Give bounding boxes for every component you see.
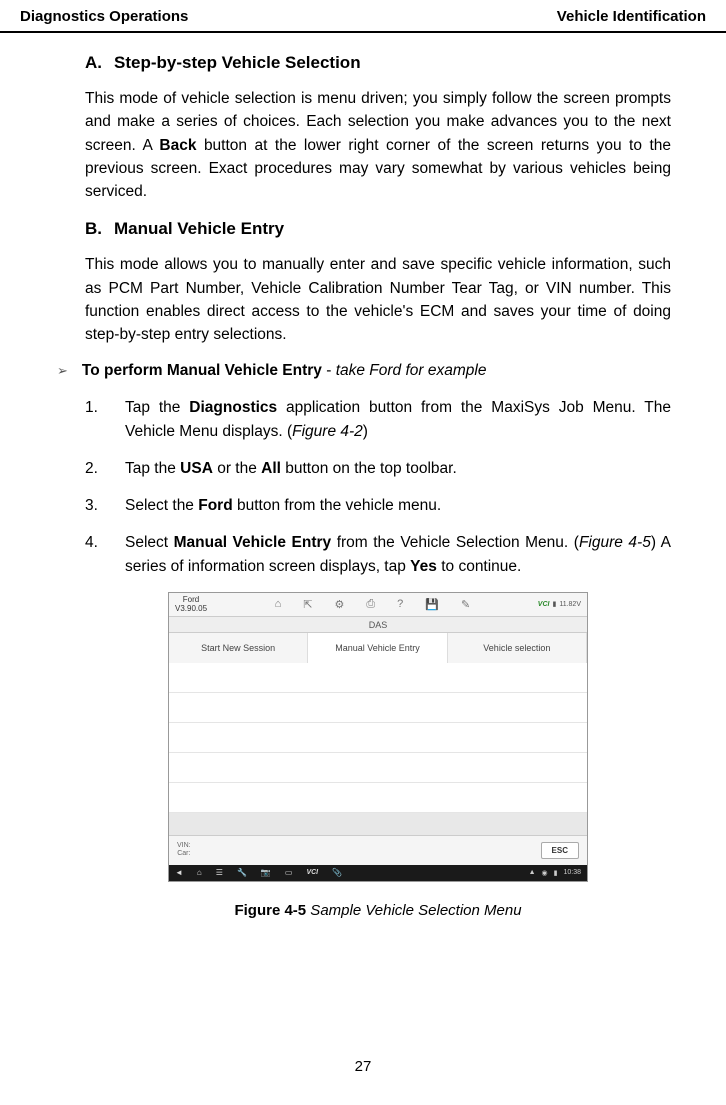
settings-icon[interactable]: ⚙ — [334, 598, 344, 611]
step-num: 1. — [85, 396, 98, 419]
voltage: 11.82V — [559, 601, 581, 608]
back-icon[interactable]: ◄ — [175, 868, 183, 877]
page-number: 27 — [0, 1058, 726, 1075]
ford-ref: Ford — [198, 497, 232, 514]
tab-manual-vehicle-entry[interactable]: Manual Vehicle Entry — [308, 633, 447, 663]
tool-icon[interactable]: 🔧 — [237, 868, 247, 877]
recent-icon[interactable]: ☰ — [216, 868, 223, 877]
mve-ref: Manual Vehicle Entry — [174, 534, 332, 551]
step-text4: to continue. — [437, 558, 521, 575]
battery-icon: ▮ — [552, 600, 556, 608]
save-icon[interactable]: 💾 — [425, 598, 439, 611]
clip-icon[interactable]: 📎 — [332, 868, 342, 877]
wifi-icon: ◉ — [542, 869, 548, 877]
header-right: Vehicle Identification — [557, 8, 706, 25]
signal-icon: ▲ — [529, 869, 536, 876]
step-text: Select the — [125, 497, 198, 514]
figure-ref2: Figure 4-5 — [579, 534, 651, 551]
batt-icon: ▮ — [554, 869, 558, 877]
step-text: Tap the — [125, 460, 180, 477]
collapse-icon[interactable]: ⇱ — [303, 598, 312, 611]
ss-footer: VIN: Car: ESC — [169, 835, 587, 865]
list-row — [169, 783, 587, 813]
arrow-bullet-icon: ➢ — [57, 363, 68, 379]
camera-icon[interactable]: 📷 — [261, 868, 271, 877]
section-b-heading: B. Manual Vehicle Entry — [85, 219, 671, 239]
ss-list — [169, 663, 587, 813]
home-icon[interactable]: ⌂ — [275, 598, 282, 611]
print-icon[interactable]: ⎙ — [366, 598, 375, 611]
ss-status: VCI ▮ 11.82V — [538, 600, 581, 608]
numbered-steps: 1. Tap the Diagnostics application butto… — [85, 396, 671, 578]
step-2: 2. Tap the USA or the All button on the … — [125, 457, 671, 480]
list-row — [169, 723, 587, 753]
step-num: 2. — [85, 457, 98, 480]
nav-time: 10:38 — [563, 869, 581, 876]
screenshot-image: Ford V3.90.05 ⌂ ⇱ ⚙ ⎙ ? 💾 ✎ VCI ▮ 11.82V… — [168, 592, 588, 882]
page-content: A. Step-by-step Vehicle Selection This mo… — [0, 33, 726, 919]
tab-start-new-session[interactable]: Start New Session — [169, 633, 308, 663]
list-row — [169, 663, 587, 693]
step-3: 3. Select the Ford button from the vehic… — [125, 494, 671, 517]
section-a-letter: A. — [85, 53, 102, 72]
ss-version: Ford V3.90.05 — [175, 595, 207, 613]
nav-vci-icon: VCI — [306, 869, 318, 876]
step-1: 1. Tap the Diagnostics application butto… — [125, 396, 671, 443]
list-row — [169, 753, 587, 783]
section-b-letter: B. — [85, 219, 102, 238]
sub-heading: To perform Manual Vehicle Entry - take F… — [82, 362, 487, 380]
vci-icon: VCI — [538, 601, 550, 608]
list-row — [169, 693, 587, 723]
ss-das-bar: DAS — [169, 617, 587, 633]
section-b-body: This mode allows you to manually enter a… — [85, 253, 671, 346]
sub-heading-bold: To perform Manual Vehicle Entry — [82, 362, 322, 379]
tab-vehicle-selection[interactable]: Vehicle selection — [448, 633, 587, 663]
figure-ref: Figure 4-2 — [292, 423, 363, 440]
section-a-title: Step-by-step Vehicle Selection — [114, 53, 361, 72]
edit-icon[interactable]: ✎ — [461, 598, 470, 611]
step-4: 4. Select Manual Vehicle Entry from the … — [125, 531, 671, 578]
ss-toolbar-icons: ⌂ ⇱ ⚙ ⎙ ? 💾 ✎ — [221, 598, 524, 611]
usa-ref: USA — [180, 460, 213, 477]
yes-ref: Yes — [410, 558, 437, 575]
step-text: Select — [125, 534, 174, 551]
ss-tabs: Start New Session Manual Vehicle Entry V… — [169, 633, 587, 663]
step-text2: button from the vehicle menu. — [233, 497, 442, 514]
help-icon[interactable]: ? — [397, 598, 403, 611]
page-header: Diagnostics Operations Vehicle Identific… — [0, 0, 726, 33]
vin-label: VIN: — [177, 842, 191, 850]
all-ref: All — [261, 460, 281, 477]
ss-footer-info: VIN: Car: — [177, 842, 191, 859]
ss-nav-right: ▲ ◉ ▮ 10:38 — [529, 869, 581, 877]
box-icon[interactable]: ▭ — [285, 868, 293, 877]
esc-button[interactable]: ESC — [541, 842, 579, 859]
ss-nav-bar: ◄ ⌂ ☰ 🔧 📷 ▭ VCI 📎 ▲ ◉ ▮ 10:38 — [169, 865, 587, 881]
step-num: 4. — [85, 531, 98, 554]
section-a-heading: A. Step-by-step Vehicle Selection — [85, 53, 671, 73]
ss-toolbar: Ford V3.90.05 ⌂ ⇱ ⚙ ⎙ ? 💾 ✎ VCI ▮ 11.82V — [169, 593, 587, 617]
back-button-ref: Back — [159, 137, 196, 154]
step-text: Tap the — [125, 399, 189, 416]
sub-heading-italic: take Ford for example — [336, 362, 487, 379]
figure-caption-italic: Sample Vehicle Selection Menu — [306, 902, 521, 919]
figure: Ford V3.90.05 ⌂ ⇱ ⚙ ⎙ ? 💾 ✎ VCI ▮ 11.82V… — [85, 592, 671, 919]
figure-caption-bold: Figure 4-5 — [234, 902, 306, 919]
step-text2: or the — [213, 460, 261, 477]
home-nav-icon[interactable]: ⌂ — [197, 868, 202, 877]
step-num: 3. — [85, 494, 98, 517]
step-text3: ) — [363, 423, 368, 440]
section-b-title: Manual Vehicle Entry — [114, 219, 284, 238]
figure-caption: Figure 4-5 Sample Vehicle Selection Menu — [85, 902, 671, 919]
sub-heading-row: ➢ To perform Manual Vehicle Entry - take… — [57, 362, 671, 380]
sub-heading-dash: - — [322, 362, 336, 379]
diagnostics-ref: Diagnostics — [189, 399, 277, 416]
step-text3: button on the top toolbar. — [281, 460, 457, 477]
header-left: Diagnostics Operations — [20, 8, 188, 25]
step-text2: from the Vehicle Selection Menu. ( — [331, 534, 579, 551]
car-label: Car: — [177, 850, 191, 858]
section-a-body: This mode of vehicle selection is menu d… — [85, 87, 671, 203]
